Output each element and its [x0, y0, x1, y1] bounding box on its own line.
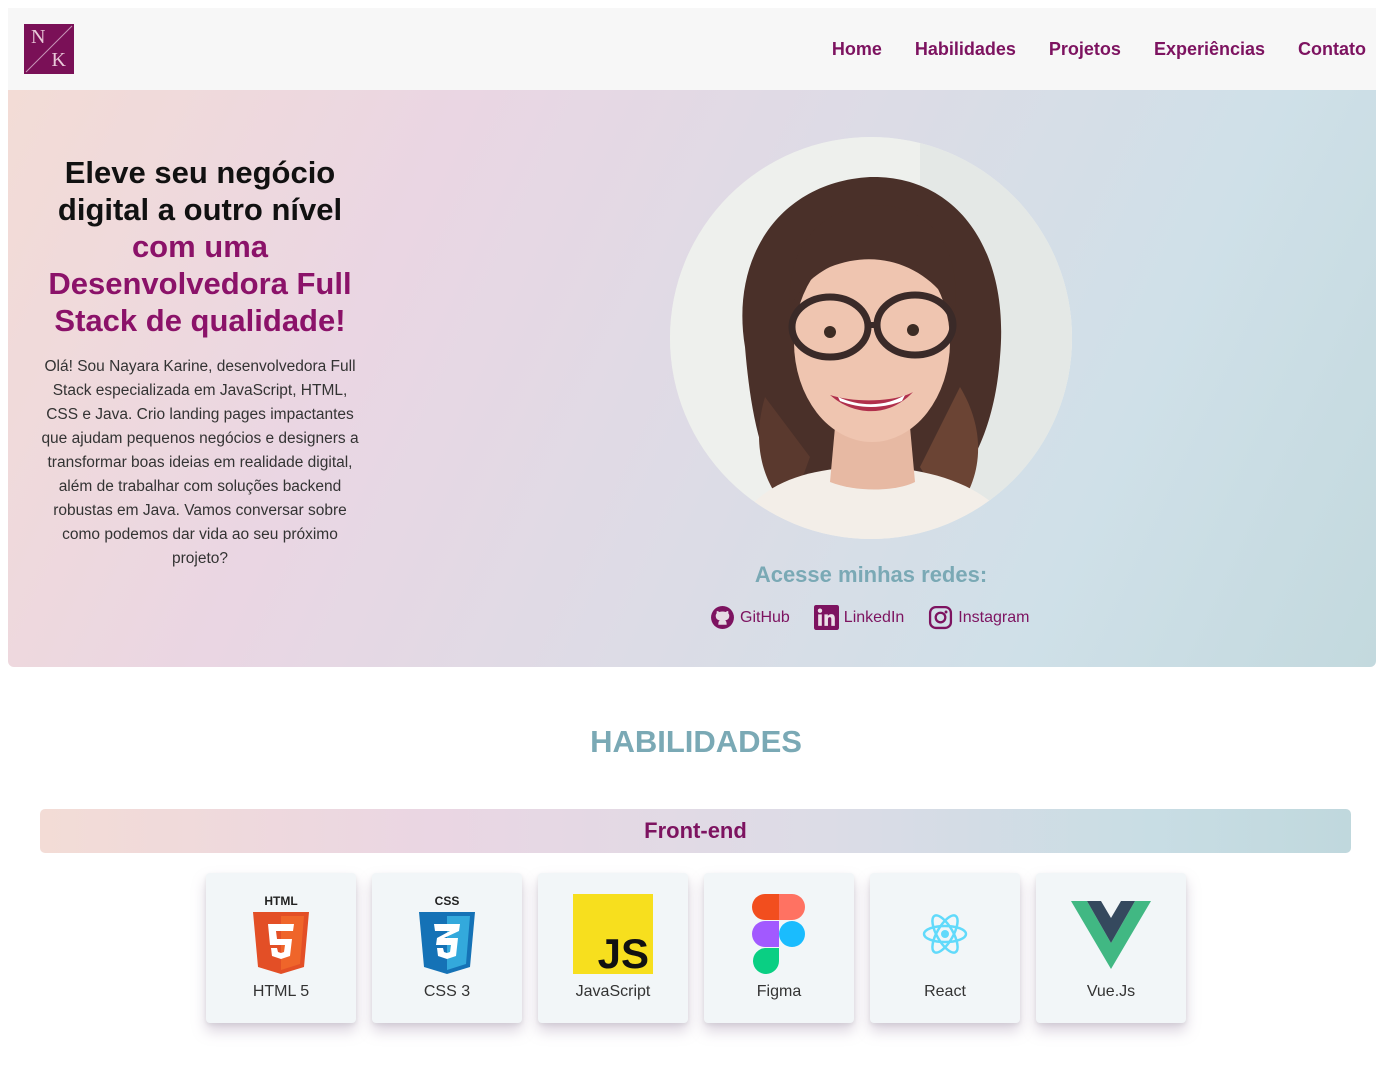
skill-card-vue: Vue.Js — [1036, 873, 1186, 1023]
javascript-icon: JS — [573, 894, 653, 974]
svg-text:JS: JS — [598, 930, 649, 974]
hero-section: Eleve seu negócio digital a outro nível … — [8, 90, 1376, 667]
vue-icon — [1071, 901, 1151, 969]
logo-letter-n: N — [31, 26, 46, 48]
instagram-label: Instagram — [958, 608, 1030, 626]
nav-contato[interactable]: Contato — [1298, 39, 1366, 60]
hero-text: Eleve seu negócio digital a outro nível … — [38, 154, 362, 571]
hero-title-line1: Eleve seu negócio — [64, 155, 336, 190]
skill-label: CSS 3 — [423, 983, 471, 1000]
hero-description: Olá! Sou Nayara Karine, desenvolvedora F… — [41, 358, 359, 567]
linkedin-link[interactable]: LinkedIn — [813, 605, 905, 630]
nav-projetos[interactable]: Projetos — [1049, 39, 1121, 60]
skill-label: Vue.Js — [1086, 983, 1136, 1000]
skills-cards: HTML HTML 5 CSS CSS 3 JS JavaScript Figm… — [206, 873, 1186, 1023]
react-icon — [922, 914, 968, 954]
hero-title: Eleve seu negócio digital a outro nível … — [38, 154, 362, 339]
nav-home[interactable]: Home — [832, 39, 882, 60]
skill-card-javascript: JS JavaScript — [538, 873, 688, 1023]
css3-icon: CSS — [419, 894, 475, 974]
hero-title-accent: com uma Desenvolvedora Full Stack de qua… — [48, 229, 352, 338]
svg-text:HTML: HTML — [264, 894, 297, 908]
svg-text:CSS: CSS — [435, 894, 460, 908]
nav-habilidades[interactable]: Habilidades — [915, 39, 1016, 60]
logo-letter-k: K — [51, 49, 66, 71]
github-icon — [711, 606, 734, 629]
main-nav: Home Habilidades Projetos Experiências C… — [799, 39, 1366, 60]
instagram-link[interactable]: Instagram — [928, 605, 1029, 630]
social-title: Acesse minhas redes: — [754, 562, 988, 587]
skill-card-html5: HTML HTML 5 — [206, 873, 356, 1023]
figma-icon — [752, 894, 805, 974]
profile-photo-illustration — [670, 137, 1072, 539]
social-links: GitHub LinkedIn Instagram — [710, 605, 1029, 630]
hero-title-line2: digital a outro nível — [57, 192, 343, 227]
nav-experiencias[interactable]: Experiências — [1154, 39, 1265, 60]
linkedin-icon — [813, 605, 839, 630]
skill-label: HTML 5 — [252, 983, 310, 1000]
skill-label: JavaScript — [575, 983, 651, 1000]
skill-card-figma: Figma — [704, 873, 854, 1023]
skill-card-react: React — [870, 873, 1020, 1023]
skill-label: React — [924, 983, 966, 1000]
skill-card-css3: CSS CSS 3 — [372, 873, 522, 1023]
linkedin-label: LinkedIn — [843, 608, 905, 626]
site-header: N K Home Habilidades Projetos Experiênci… — [8, 8, 1376, 90]
github-label: GitHub — [740, 608, 790, 626]
logo[interactable]: N K — [24, 24, 74, 74]
html5-icon: HTML — [253, 894, 309, 974]
frontend-heading: Front-end — [40, 809, 1351, 853]
instagram-icon — [929, 605, 953, 630]
skills-title: HABILIDADES — [590, 724, 802, 759]
github-link[interactable]: GitHub — [710, 605, 790, 630]
profile-photo — [670, 137, 1072, 539]
skill-label: Figma — [756, 983, 802, 1000]
